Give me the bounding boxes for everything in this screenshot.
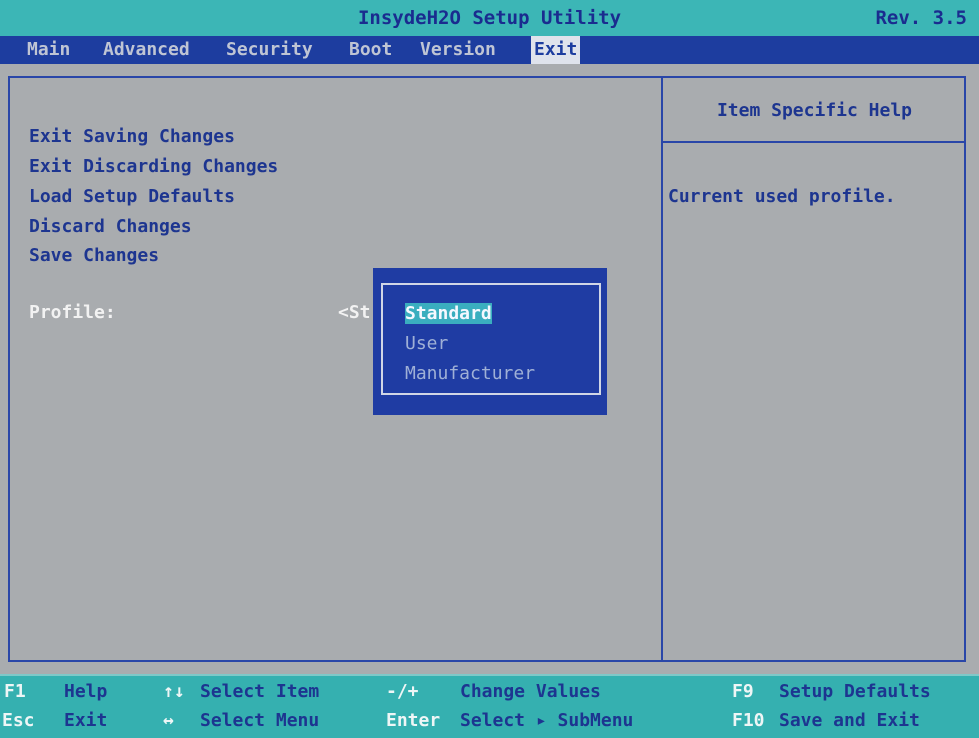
revision-label: Rev. 3.5 — [875, 7, 967, 29]
key-left-right: ↔ — [163, 710, 174, 731]
key-minus-plus-desc: Change Values — [460, 681, 601, 702]
load-setup-defaults-item[interactable]: Load Setup Defaults — [29, 186, 235, 207]
key-f1: F1 — [4, 681, 26, 702]
menu-main[interactable]: Main — [24, 36, 73, 64]
key-f10: F10 — [732, 710, 765, 731]
key-enter: Enter — [386, 710, 441, 731]
key-up-down: ↑↓ — [163, 681, 185, 702]
key-up-down-desc: Select Item — [200, 681, 320, 702]
app-title: InsydeH2O Setup Utility — [357, 7, 622, 29]
option-standard[interactable]: Standard — [405, 303, 492, 324]
key-f9-desc: Setup Defaults — [779, 681, 931, 702]
profile-value[interactable]: <St — [338, 302, 372, 323]
profile-options-popup: Standard User Manufacturer — [373, 268, 607, 415]
menu-exit[interactable]: Exit — [531, 36, 581, 64]
help-panel-text: Current used profile. — [668, 186, 896, 207]
key-help-footer: F1 Help ↑↓ Select Item -/+ Change Values… — [0, 674, 979, 738]
menu-version[interactable]: Version — [417, 36, 499, 64]
key-enter-desc: Select ▸ SubMenu — [460, 710, 634, 731]
key-esc: Esc — [2, 710, 35, 731]
panel-divider — [661, 76, 663, 662]
help-header-divider — [663, 141, 966, 143]
key-esc-desc: Exit — [64, 710, 108, 731]
title-bar: InsydeH2O Setup Utility Rev. 3.5 — [0, 0, 979, 36]
exit-saving-changes-item[interactable]: Exit Saving Changes — [29, 126, 235, 147]
menu-security[interactable]: Security — [223, 36, 316, 64]
option-user[interactable]: User — [405, 333, 448, 354]
key-minus-plus: -/+ — [386, 681, 419, 702]
key-f9: F9 — [732, 681, 754, 702]
discard-changes-item[interactable]: Discard Changes — [29, 216, 192, 237]
exit-discarding-changes-item[interactable]: Exit Discarding Changes — [29, 156, 278, 177]
bios-setup-screen: InsydeH2O Setup Utility Rev. 3.5 Main Ad… — [0, 0, 979, 738]
option-manufacturer[interactable]: Manufacturer — [405, 363, 535, 384]
key-f10-desc: Save and Exit — [779, 710, 920, 731]
key-left-right-desc: Select Menu — [200, 710, 320, 731]
menu-advanced[interactable]: Advanced — [100, 36, 193, 64]
help-panel-title: Item Specific Help — [716, 100, 913, 121]
key-f1-desc: Help — [64, 681, 108, 702]
menu-bar: Main Advanced Security Boot Version Exit — [0, 36, 979, 64]
menu-boot[interactable]: Boot — [346, 36, 395, 64]
popup-border: Standard User Manufacturer — [381, 283, 601, 395]
footer-separator — [0, 674, 979, 676]
top-strip — [0, 64, 979, 76]
save-changes-item[interactable]: Save Changes — [29, 245, 159, 266]
profile-label: Profile: — [29, 302, 116, 323]
